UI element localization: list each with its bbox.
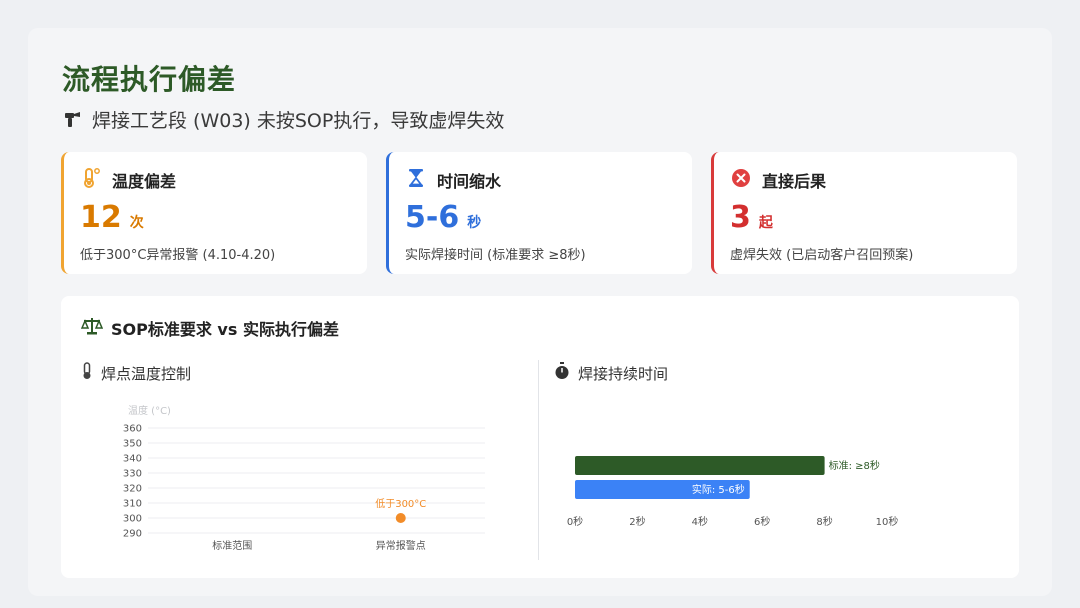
card-label: 直接后果	[762, 172, 827, 191]
panel-title-text: SOP标准要求 vs 实际执行偏差	[111, 320, 339, 339]
duration-chart-title: 焊接持续时间	[578, 364, 669, 383]
card-unit: 秒	[467, 215, 482, 231]
x-tick-label: 10秒	[876, 515, 899, 528]
panel-title: SOP标准要求 vs 实际执行偏差	[80, 316, 339, 340]
y-tick-label: 330	[123, 469, 142, 480]
thermometer-icon	[81, 362, 93, 384]
card-unit: 起	[758, 215, 773, 231]
temperature-chart-title: 焊点温度控制	[101, 364, 192, 383]
card-description: 实际焊接时间 (标准要求 ≥8秒)	[405, 248, 586, 263]
bar-label: 实际: 5-6秒	[692, 483, 745, 496]
card-unit: 次	[129, 215, 144, 231]
card-label: 温度偏差	[112, 172, 177, 191]
x-tick-label: 0秒	[567, 515, 583, 528]
x-tick-label: 6秒	[754, 515, 770, 528]
time-shortfall-card: 时间缩水 5-6 秒 实际焊接时间 (标准要求 ≥8秒)	[386, 152, 692, 274]
x-tick-label: 异常报警点	[376, 539, 426, 552]
y-tick-label: 290	[123, 529, 142, 540]
stopwatch-icon	[554, 362, 570, 384]
temperature-chart: 温度 (°C) 290 300 310 320 330 340 350 360 标准范围 异常报警点…	[123, 404, 485, 552]
thermometer-icon	[80, 167, 102, 193]
y-tick-label: 300	[123, 514, 142, 525]
y-axis-label: 温度 (°C)	[128, 404, 171, 417]
card-description: 虚焊失效 (已启动客户召回预案)	[730, 248, 914, 263]
bar-standard	[575, 456, 825, 475]
x-tick-label: 8秒	[816, 515, 832, 528]
subtitle-text: 焊接工艺段 (W03) 未按SOP执行，导致虚焊失效	[92, 109, 505, 132]
y-tick-label: 320	[123, 484, 142, 495]
x-tick-label: 4秒	[692, 515, 708, 528]
y-tick-label: 360	[123, 424, 142, 435]
card-value: 12	[80, 200, 122, 235]
y-tick-label: 340	[123, 454, 142, 465]
temperature-chart-heading: 焊点温度控制	[81, 362, 191, 384]
card-description: 低于300°C异常报警 (4.10-4.20)	[80, 248, 276, 263]
card-label: 时间缩水	[437, 172, 502, 191]
duration-chart: 标准: ≥8秒实际: 5-6秒 0秒 2秒 4秒 6秒 8秒 10秒	[567, 456, 899, 528]
direct-consequence-card: 直接后果 3 起 虚焊失效 (已启动客户召回预案)	[711, 152, 1017, 274]
welding-torch-icon	[62, 109, 82, 129]
panel-divider	[538, 360, 539, 560]
hourglass-icon	[405, 167, 427, 193]
x-tick-label: 2秒	[629, 515, 645, 528]
page-subtitle: 焊接工艺段 (W03) 未按SOP执行，导致虚焊失效	[62, 106, 504, 132]
bar-label: 标准: ≥8秒	[829, 459, 880, 472]
data-point	[395, 513, 406, 523]
y-tick-label: 350	[123, 439, 142, 450]
x-tick-label: 标准范围	[212, 539, 252, 552]
card-value: 3	[730, 200, 751, 235]
y-tick-label: 310	[123, 499, 142, 510]
error-circle-icon	[730, 167, 752, 193]
balance-scale-icon	[80, 316, 104, 340]
page-title: 流程执行偏差	[62, 63, 237, 96]
card-value: 5-6	[405, 200, 460, 235]
data-label: 低于300°C	[375, 497, 426, 510]
temperature-deviation-card: 温度偏差 12 次 低于300°C异常报警 (4.10-4.20)	[61, 152, 367, 274]
duration-chart-heading: 焊接持续时间	[554, 362, 668, 384]
